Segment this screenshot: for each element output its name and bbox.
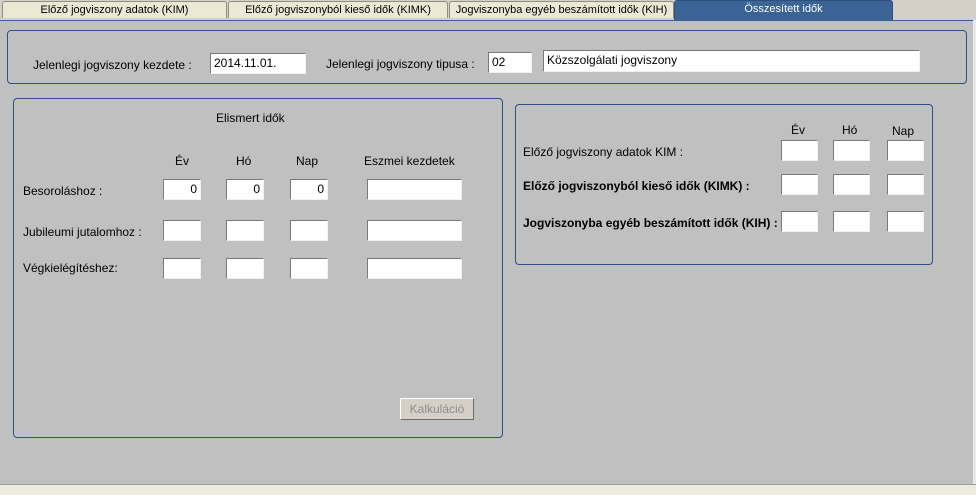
recognized-times-title: Elismert idők [216, 111, 285, 125]
prev-row-label-kih: Jogviszonyba egyéb beszámított idők (KIH… [523, 216, 778, 230]
col-year-label: Év [175, 154, 190, 168]
kih-month-field[interactable] [833, 211, 870, 232]
col-notional-start-label: Eszmei kezdetek [364, 154, 455, 168]
prev-col-year-label: Év [791, 123, 806, 137]
prev-row-label-kimk: Előző jogviszonyból kieső idők (KIMK) : [523, 179, 750, 193]
jubilee-year-field[interactable] [163, 220, 201, 241]
classification-month-field[interactable]: 0 [226, 179, 264, 200]
prev-row-label-kim: Előző jogviszony adatok KIM : [523, 145, 684, 159]
kih-day-field[interactable] [887, 211, 924, 232]
calculate-button[interactable]: Kalkuláció [400, 398, 474, 420]
classification-notional-field[interactable] [367, 179, 462, 200]
kim-day-field[interactable] [887, 140, 924, 161]
tab-other-credited-times-kih[interactable]: Jogviszonyba egyéb beszámított idők (KIH… [449, 1, 674, 18]
employment-type-name-field[interactable]: Közszolgálati jogviszony [543, 50, 920, 72]
col-day-label: Nap [296, 154, 319, 168]
start-date-label: Jelenlegi jogviszony kezdete : [33, 58, 192, 72]
row-label-severance: Végkielégítéshez: [23, 261, 118, 275]
severance-day-field[interactable] [290, 258, 328, 279]
tab-previous-excluded-times-kimk[interactable]: Előző jogviszonyból kieső idők (KIMK) [228, 1, 448, 18]
severance-month-field[interactable] [226, 258, 264, 279]
prev-col-month-label: Hó [842, 123, 858, 137]
employment-type-label: Jelenlegi jogviszony tipusa : [326, 57, 475, 71]
kimk-year-field[interactable] [781, 174, 818, 195]
start-date-field[interactable]: 2014.11.01. [210, 53, 306, 74]
col-month-label: Hó [236, 154, 252, 168]
tab-bar: Előző jogviszony adatok (KIM) Előző jogv… [0, 0, 976, 21]
jubilee-month-field[interactable] [226, 220, 264, 241]
current-employment-panel: Jelenlegi jogviszony kezdete : 2014.11.0… [7, 30, 967, 84]
jubilee-notional-field[interactable] [367, 220, 462, 241]
kim-year-field[interactable] [781, 140, 818, 161]
classification-year-field[interactable]: 0 [163, 179, 201, 200]
row-label-jubilee: Jubileumi jutalomhoz : [23, 225, 142, 239]
prev-col-day-label: Nap [892, 124, 915, 138]
kimk-day-field[interactable] [887, 174, 924, 195]
severance-year-field[interactable] [163, 258, 201, 279]
kimk-month-field[interactable] [833, 174, 870, 195]
row-label-classification: Besoroláshoz : [23, 184, 103, 198]
tab-summary[interactable]: Összesített idők [674, 0, 893, 20]
kim-month-field[interactable] [833, 140, 870, 161]
previous-employment-panel: Év Hó Nap Előző jogviszony adatok KIM : … [515, 104, 933, 265]
classification-day-field[interactable]: 0 [290, 179, 328, 200]
employment-type-code-field[interactable]: 02 [488, 52, 532, 73]
jubilee-day-field[interactable] [290, 220, 328, 241]
tab-previous-employment-kim[interactable]: Előző jogviszony adatok (KIM) [2, 1, 227, 18]
severance-notional-field[interactable] [367, 258, 462, 279]
recognized-times-panel: Elismert idők Év Hó Nap Eszmei kezdetek … [13, 98, 503, 438]
kih-year-field[interactable] [781, 211, 818, 232]
status-bar [0, 484, 976, 495]
